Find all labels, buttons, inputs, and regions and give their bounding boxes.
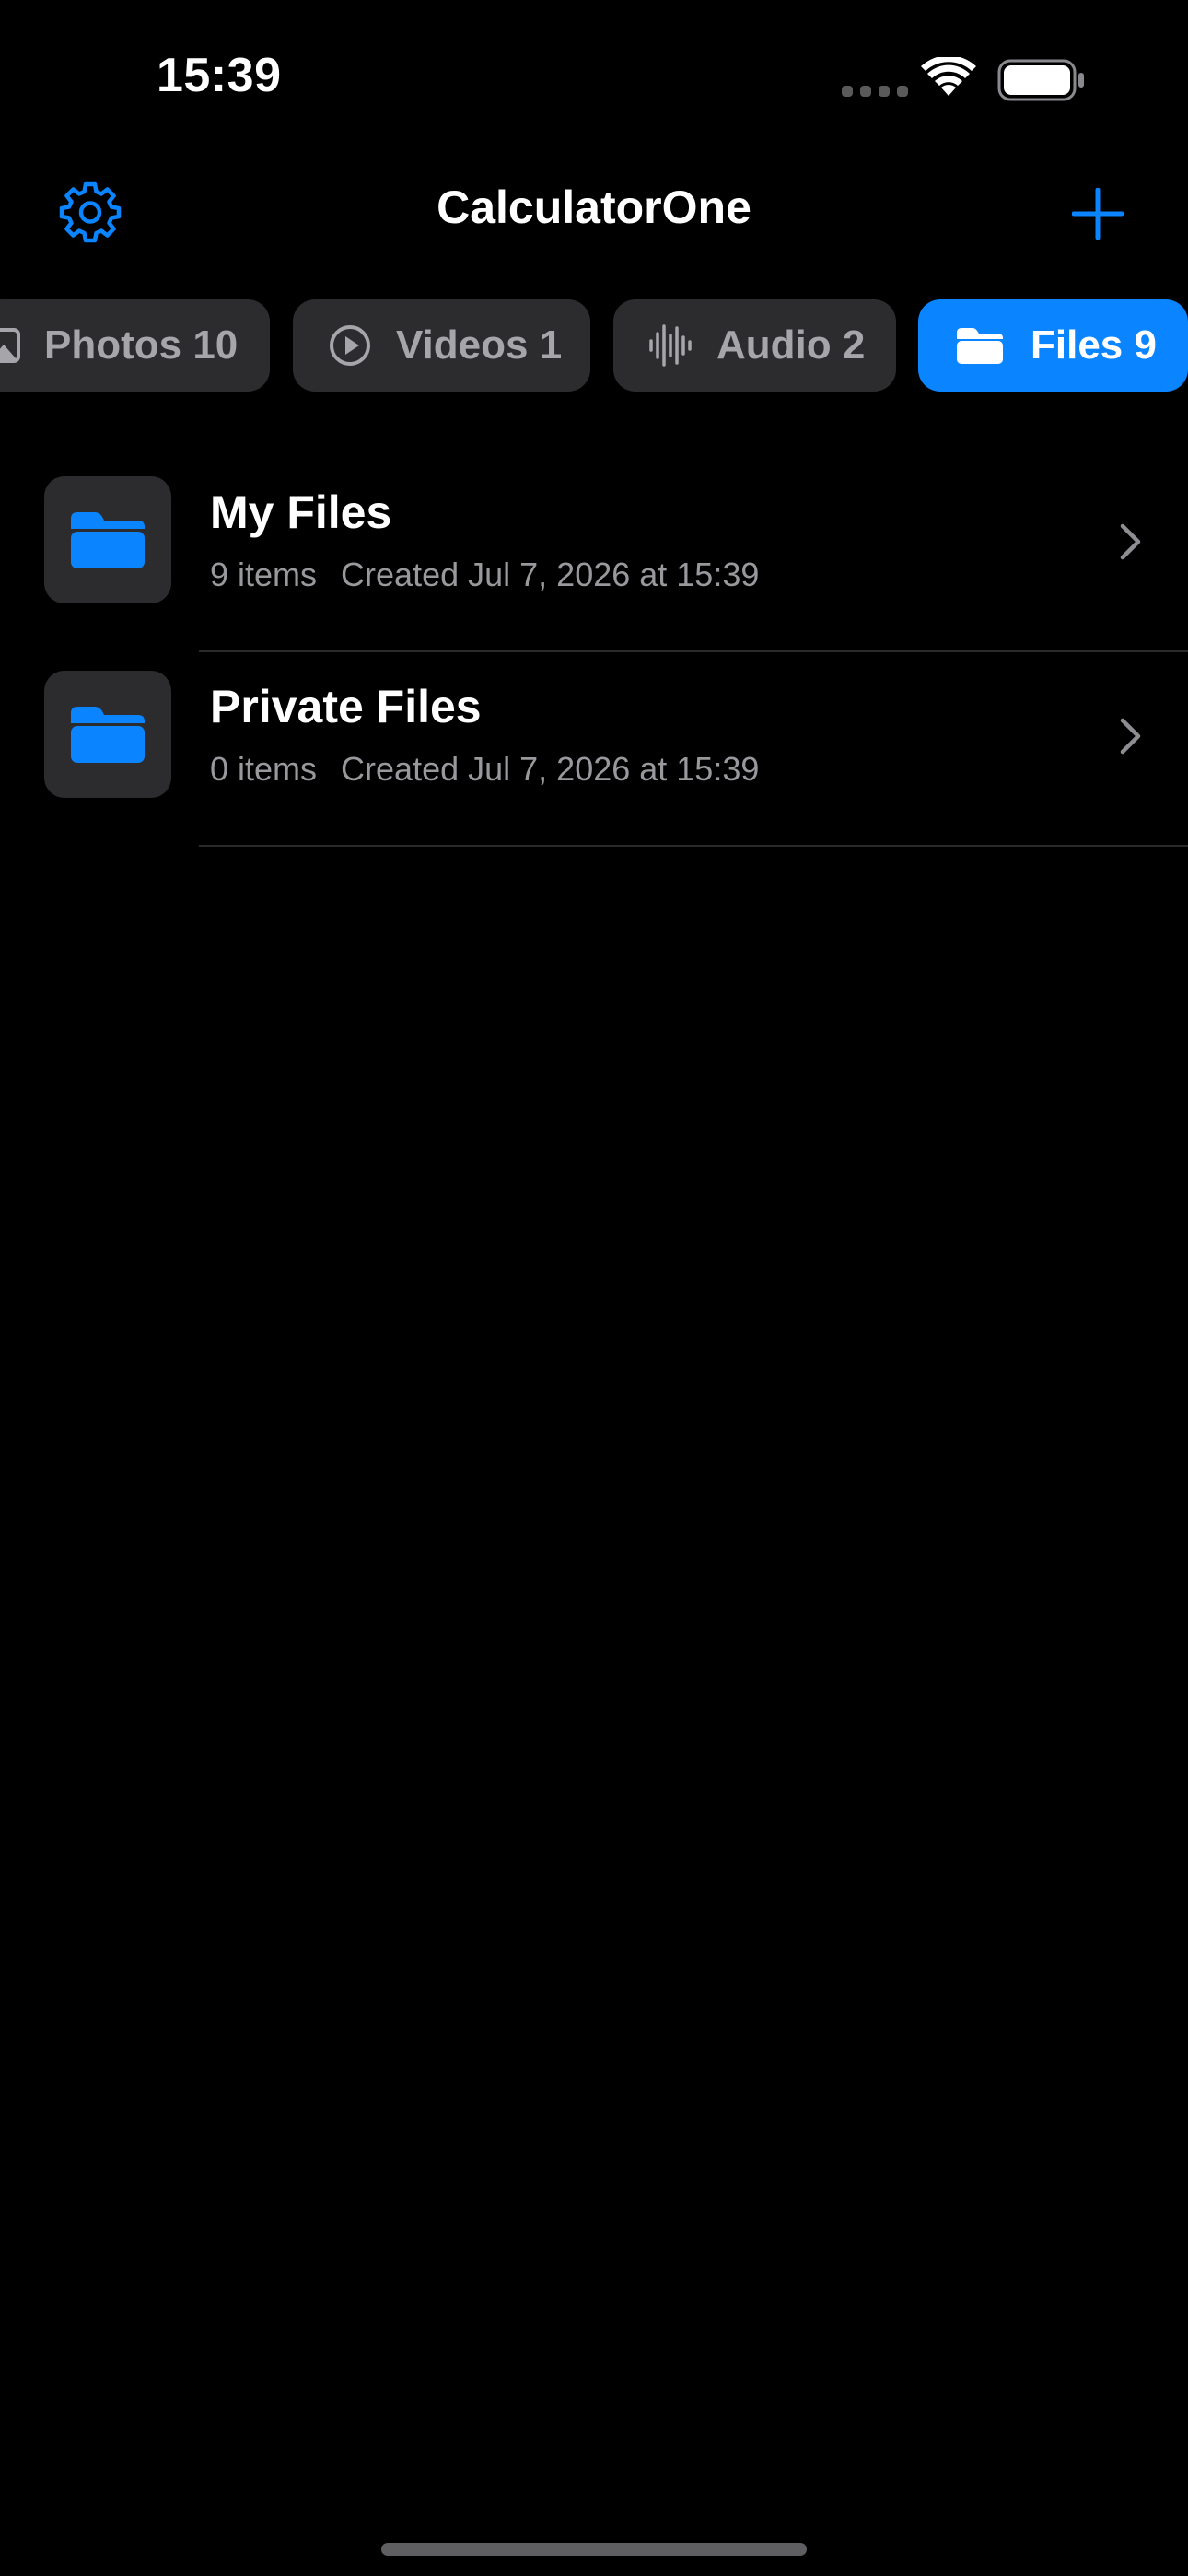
waveform-icon (648, 322, 693, 369)
photo-icon (0, 328, 22, 363)
category-tabs: Photos 10 Videos 1 Audio 2 Files 9 (0, 299, 1188, 392)
folder-icon (955, 325, 1005, 366)
cellular-signal-icon (842, 86, 908, 97)
chevron-right-icon (1120, 523, 1141, 560)
tab-videos[interactable]: Videos 1 (293, 299, 590, 392)
status-bar: 15:39 (0, 0, 1188, 157)
folder-icon (71, 707, 145, 763)
folder-thumbnail (44, 671, 171, 798)
row-divider (199, 845, 1188, 847)
tab-audio[interactable]: Audio 2 (613, 299, 896, 392)
battery-icon (997, 59, 1084, 101)
home-indicator[interactable] (381, 2543, 807, 2556)
folder-meta: 9 items Created Jul 7, 2026 at 15:39 (210, 556, 759, 594)
folder-item-count: 0 items (210, 750, 318, 788)
tab-photos-label: Photos 10 (44, 322, 239, 368)
wifi-icon (921, 57, 976, 96)
chevron-right-icon (1120, 718, 1141, 755)
tab-videos-label: Videos 1 (396, 322, 563, 368)
add-button[interactable] (1061, 177, 1135, 251)
status-time: 15:39 (157, 49, 282, 102)
folder-created-date: Created Jul 7, 2026 at 15:39 (341, 750, 760, 788)
navigation-bar: CalculatorOne (0, 157, 1188, 263)
page-title: CalculatorOne (437, 181, 751, 233)
play-circle-icon (328, 323, 372, 368)
folder-created-date: Created Jul 7, 2026 at 15:39 (341, 556, 760, 593)
folder-name: Private Files (210, 681, 482, 732)
tab-audio-label: Audio 2 (716, 322, 866, 368)
folder-icon (71, 512, 145, 568)
folder-meta: 0 items Created Jul 7, 2026 at 15:39 (210, 750, 759, 789)
folder-row-private-files[interactable]: Private Files 0 items Created Jul 7, 2026… (0, 652, 1188, 847)
tab-photos[interactable]: Photos 10 (0, 299, 270, 392)
folder-thumbnail (44, 476, 171, 603)
folder-item-count: 9 items (210, 556, 318, 593)
folder-row-my-files[interactable]: My Files 9 items Created Jul 7, 2026 at 1… (0, 458, 1188, 652)
folder-name: My Files (210, 486, 392, 538)
folder-list: My Files 9 items Created Jul 7, 2026 at 1… (0, 458, 1188, 847)
tab-files[interactable]: Files 9 (918, 299, 1188, 392)
plus-icon (1072, 188, 1124, 240)
tab-files-label: Files 9 (1031, 322, 1157, 368)
